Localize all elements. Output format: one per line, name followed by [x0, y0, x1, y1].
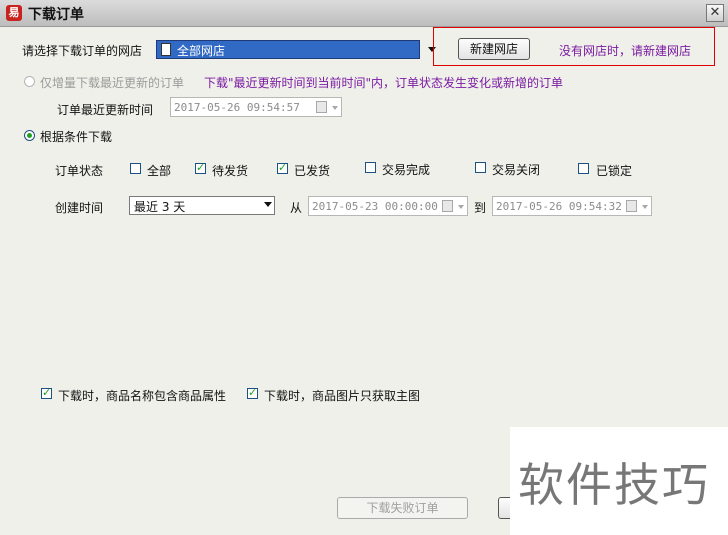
chevron-down-icon — [332, 106, 338, 110]
download-orders-dialog: 易 下载订单 ✕ 请选择下载订单的网店 全部网店 新建网店 没有网店时，请新建网… — [0, 0, 728, 535]
main-image-only-label: 下载时，商品图片只获取主图 — [264, 389, 421, 403]
status-pending-label: 待发货 — [212, 164, 249, 178]
chevron-down-icon — [642, 205, 648, 209]
include-attributes-label: 下载时，商品名称包含商品属性 — [58, 389, 227, 403]
status-pending-checkbox[interactable] — [195, 161, 206, 174]
created-range-value: 最近 3 天 — [134, 200, 186, 214]
status-completed-label: 交易完成 — [382, 163, 431, 177]
status-closed-checkbox[interactable] — [475, 162, 486, 173]
from-datetime-picker[interactable]: 2017-05-23 00:00:00 — [308, 196, 468, 216]
status-closed-label: 交易关闭 — [492, 163, 541, 177]
shop-select-label: 请选择下载订单的网店 — [22, 44, 143, 58]
status-locked-label: 已锁定 — [596, 164, 633, 178]
conditional-label: 根据条件下载 — [40, 130, 113, 144]
window-title: 下载订单 — [28, 7, 84, 23]
app-logo-icon: 易 — [6, 5, 22, 21]
title-bar[interactable]: 易 下载订单 ✕ — [0, 0, 728, 27]
status-shipped-checkbox[interactable] — [277, 161, 288, 174]
shop-document-icon — [161, 43, 171, 56]
created-range-select[interactable]: 最近 3 天 — [129, 196, 275, 215]
incremental-label: 仅增量下载最近更新的订单 — [40, 76, 185, 90]
highlight-box — [433, 27, 715, 66]
download-failed-orders-button[interactable]: 下载失败订单 — [337, 497, 468, 519]
status-locked-checkbox[interactable] — [578, 163, 589, 174]
order-status-label: 订单状态 — [55, 164, 104, 178]
close-icon[interactable]: ✕ — [706, 4, 724, 22]
last-update-datetime: 2017-05-26 09:54:57 — [170, 97, 342, 117]
calendar-icon — [442, 200, 453, 212]
shop-select[interactable]: 全部网店 — [156, 40, 420, 59]
incremental-note: 下载"最近更新时间到当前时间"内，订单状态发生变化或新增的订单 — [204, 76, 564, 90]
created-time-label: 创建时间 — [55, 201, 104, 215]
status-all-label: 全部 — [147, 164, 172, 178]
incremental-radio[interactable] — [24, 76, 35, 87]
watermark: 软件技巧 — [510, 427, 728, 535]
status-all-checkbox[interactable] — [130, 163, 141, 174]
shop-select-value: 全部网店 — [177, 44, 226, 58]
watermark-text: 软件技巧 — [518, 458, 710, 512]
to-label: 到 — [474, 201, 487, 215]
last-update-label: 订单最近更新时间 — [57, 103, 154, 117]
last-update-value: 2017-05-26 09:54:57 — [174, 101, 300, 114]
calendar-icon — [316, 101, 327, 113]
include-attributes-checkbox[interactable] — [41, 386, 52, 399]
to-datetime-value: 2017-05-26 09:54:32 — [496, 200, 622, 213]
from-label: 从 — [290, 201, 303, 215]
main-image-only-checkbox[interactable] — [247, 386, 258, 399]
calendar-icon — [626, 200, 637, 212]
status-completed-checkbox[interactable] — [365, 162, 376, 173]
chevron-down-icon — [264, 202, 272, 207]
chevron-down-icon — [458, 205, 464, 209]
from-datetime-value: 2017-05-23 00:00:00 — [312, 200, 438, 213]
to-datetime-picker[interactable]: 2017-05-26 09:54:32 — [492, 196, 652, 216]
conditional-radio[interactable] — [24, 130, 35, 141]
status-shipped-label: 已发货 — [294, 164, 331, 178]
